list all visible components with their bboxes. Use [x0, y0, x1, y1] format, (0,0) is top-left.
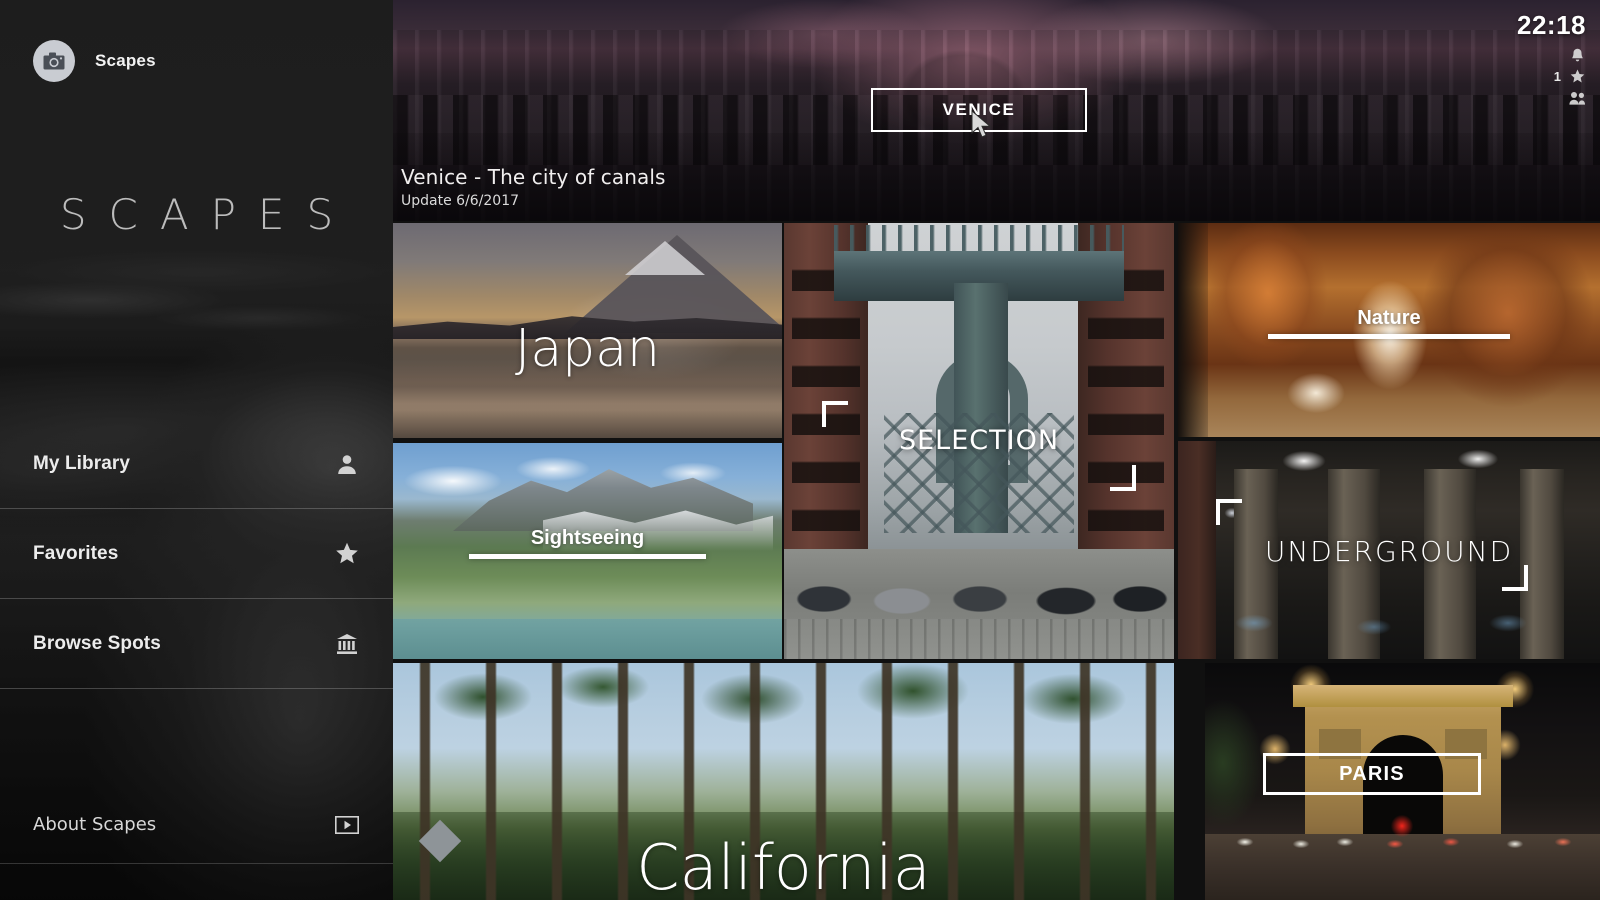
bell-icon [1569, 47, 1586, 64]
notification-row[interactable] [1569, 47, 1586, 64]
sidebar: Scapes SCAPES My Library Favorites [0, 0, 393, 900]
star-icon [1569, 68, 1586, 85]
scapes-app: Scapes SCAPES My Library Favorites [0, 0, 1600, 900]
sidebar-item-about-scapes[interactable]: About Scapes [0, 786, 393, 864]
users-icon [1569, 89, 1586, 106]
tile-sightseeing[interactable]: Sightseeing [393, 443, 782, 659]
tile-label-underground: UNDERGROUND [1178, 535, 1600, 568]
content-grid: Venice - The city of canals Update 6/6/2… [393, 0, 1600, 900]
users-row[interactable] [1569, 89, 1586, 106]
tile-label-underline [469, 554, 706, 559]
tile-underground[interactable]: UNDERGROUND [1178, 441, 1600, 659]
star-icon [334, 541, 360, 567]
tile-california[interactable]: California [393, 663, 1174, 900]
tile-label-selection: SELECTION [784, 425, 1174, 456]
paris-photo-detail [1293, 685, 1513, 707]
tile-label-paris: PARIS [1339, 763, 1405, 786]
favorite-count: 1 [1554, 69, 1561, 84]
venice-update: Update 6/6/2017 [401, 193, 666, 209]
tile-label-text: Nature [1178, 307, 1600, 330]
sidebar-item-favorites[interactable]: Favorites [0, 509, 393, 599]
tile-label-text: Sightseeing [393, 527, 782, 550]
status-cluster: 22:18 1 [1517, 10, 1586, 106]
tile-label-underline [1268, 334, 1510, 339]
tile-label-sightseeing: Sightseeing [393, 527, 782, 559]
tile-nature[interactable]: Nature [1178, 223, 1600, 437]
venice-button-label: VENICE [943, 100, 1016, 120]
brand-row[interactable]: Scapes [33, 40, 156, 82]
app-wordmark: SCAPES [0, 190, 393, 239]
tile-label-california: California [393, 831, 1174, 900]
paris-photo-detail [1391, 815, 1413, 837]
brand-label: Scapes [95, 51, 156, 71]
tile-venice[interactable]: Venice - The city of canals Update 6/6/2… [393, 0, 1600, 221]
venice-title: Venice - The city of canals [401, 165, 666, 189]
tile-selection[interactable]: SELECTION [784, 223, 1174, 659]
venice-caption: Venice - The city of canals Update 6/6/2… [401, 165, 666, 209]
favorite-row[interactable]: 1 [1554, 68, 1586, 85]
tile-label-nature: Nature [1178, 307, 1600, 339]
person-icon [334, 451, 360, 477]
sidebar-menu: My Library Favorites [0, 419, 393, 689]
selection-photo-detail [784, 565, 1174, 625]
underground-photo-detail [1178, 583, 1600, 649]
play-box-icon [334, 812, 360, 838]
sidebar-item-label: Browse Spots [33, 633, 334, 655]
museum-icon [334, 631, 360, 657]
tile-label-japan: Japan [393, 319, 782, 379]
tile-paris[interactable]: PARIS [1205, 663, 1600, 900]
sidebar-item-browse-spots[interactable]: Browse Spots [0, 599, 393, 689]
camera-icon [33, 40, 75, 82]
clock: 22:18 [1517, 10, 1586, 41]
sidebar-item-label: About Scapes [33, 814, 334, 835]
sidebar-item-my-library[interactable]: My Library [0, 419, 393, 509]
status-icons: 1 [1517, 47, 1586, 106]
sightseeing-photo-detail [393, 619, 782, 659]
selection-photo-detail [784, 619, 1174, 659]
sidebar-item-label: My Library [33, 453, 334, 475]
paris-focus-box[interactable]: PARIS [1263, 753, 1481, 795]
japan-photo-detail [625, 241, 705, 275]
sidebar-item-label: Favorites [33, 543, 334, 565]
tile-japan[interactable]: Japan [393, 223, 782, 438]
venice-button[interactable]: VENICE [871, 88, 1087, 132]
